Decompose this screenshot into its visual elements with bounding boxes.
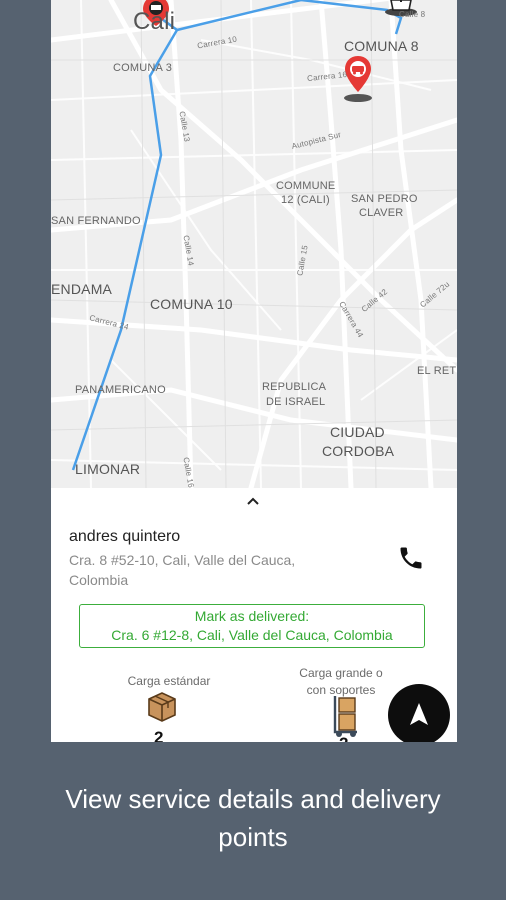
map-label-el-retiro: EL RETIR <box>417 365 457 377</box>
cargo-standard-count: 2 <box>154 728 164 742</box>
phone-icon[interactable] <box>397 544 425 572</box>
promo-caption-line1: View service details and delivery <box>65 784 441 814</box>
chevron-up-icon[interactable] <box>246 496 260 506</box>
map-label-san-pedro-line2: CLAVER <box>359 207 404 219</box>
map-label-comuna8: COMUNA 8 <box>344 38 419 54</box>
hand-truck-icon <box>333 696 357 737</box>
map-label-limonar: LIMONAR <box>75 461 141 477</box>
map-label-alameda: ENDAMA <box>51 281 113 297</box>
cargo-large-label-line1: Carga grande o <box>299 666 383 680</box>
cargo-standard-label: Carga estándar <box>127 674 211 688</box>
mark-as-delivered-label: Mark as delivered: <box>194 608 310 624</box>
promo-caption: View service details and delivery points <box>0 780 506 856</box>
client-name: andres quintero <box>69 528 181 545</box>
route-map[interactable]: Cali COMUNA 8 COMUNA 3 Carrera 10 Calle … <box>51 0 457 488</box>
map-label-calle8: Calle 8 <box>399 10 426 19</box>
map-label-san-fernando: SAN FERNANDO <box>51 215 141 227</box>
map-roads <box>51 0 457 488</box>
map-label-ciudad-cordoba-line1: CIUDAD <box>330 424 385 440</box>
navigate-button[interactable] <box>388 684 450 742</box>
map-label-republica-line1: REPUBLICA <box>262 381 327 393</box>
cargo-large-count: 2 <box>339 734 348 742</box>
map-label-cali: Cali <box>133 8 176 35</box>
map-label-comuna12-line1: COMMUNE <box>276 180 336 192</box>
navigation-arrow-icon <box>410 703 428 725</box>
box-icon <box>148 692 176 722</box>
service-details-sheet: andres quintero Cra. 8 #52-10, Cali, Val… <box>51 488 457 742</box>
pickup-address: Cra. 8 #52-10, Cali, Valle del Cauca, Co… <box>69 550 349 590</box>
promo-caption-line2: points <box>218 822 288 852</box>
pickup-address-line1: Cra. 8 #52-10, Cali, Valle del Cauca, <box>69 552 296 568</box>
delivery-address: Cra. 6 #12-8, Cali, Valle del Cauca, Col… <box>111 627 393 643</box>
map-label-comuna3: COMUNA 3 <box>113 62 173 74</box>
map-label-san-pedro-line1: SAN PEDRO <box>351 193 418 205</box>
map-label-ciudad-cordoba-line2: CORDOBA <box>322 443 395 459</box>
pickup-address-line2: Colombia <box>69 572 129 588</box>
app-screen: Cali COMUNA 8 COMUNA 3 Carrera 10 Calle … <box>51 0 457 742</box>
map-label-republica-line2: DE ISRAEL <box>266 396 326 408</box>
map-label-comuna10: COMUNA 10 <box>150 296 233 312</box>
mark-as-delivered-button[interactable]: Mark as delivered: Cra. 6 #12-8, Cali, V… <box>79 604 425 648</box>
map-label-comuna12-line2: 12 (CALI) <box>281 194 330 206</box>
map-label-panamericano: PANAMERICANO <box>75 384 166 396</box>
